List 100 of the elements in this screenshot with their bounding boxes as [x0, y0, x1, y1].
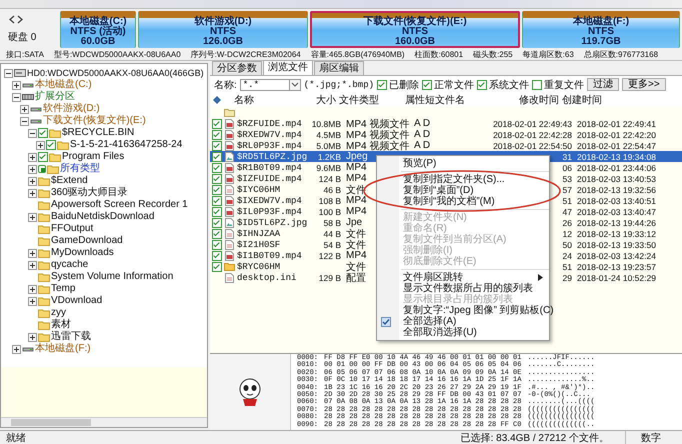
filter-checkbox[interactable]: 已删除 — [377, 78, 419, 92]
file-name[interactable]: $RL0P93F.mp4 — [237, 140, 302, 150]
checkbox[interactable] — [38, 165, 46, 173]
filter-button[interactable]: 更多>> — [622, 78, 666, 91]
file-name[interactable]: $IZFUIDE.mp4 — [237, 174, 302, 184]
checkbox[interactable] — [38, 128, 48, 138]
tree-item[interactable]: 本地磁盘(F:) — [35, 343, 91, 355]
arrows-icon[interactable] — [8, 15, 24, 24]
tree-item[interactable]: 360驱动大师目录 — [51, 187, 128, 199]
checkbox[interactable] — [212, 174, 222, 184]
dropdown-button[interactable] — [290, 78, 301, 90]
checkbox[interactable] — [212, 262, 222, 272]
tree-item[interactable]: 素材 — [51, 319, 71, 331]
expand-toggle[interactable] — [28, 284, 37, 294]
column-header[interactable]: 大小 — [306, 93, 339, 107]
expand-toggle[interactable] — [28, 212, 37, 222]
expand-toggle[interactable] — [36, 140, 45, 150]
scrollbar[interactable] — [1, 417, 207, 427]
tree-item[interactable]: MyDownloads — [51, 247, 114, 259]
tab[interactable]: 扇区编辑 — [314, 61, 364, 75]
menu-item[interactable]: 复制到“桌面”(D) — [377, 185, 549, 196]
menu-item[interactable]: 复制到“我的文档”(M) — [377, 196, 549, 207]
tree-item[interactable]: HD0:WDCWD5000AAKX-08U6AA0(466GB) — [27, 67, 204, 79]
file-name[interactable]: $RD5TL6PZ.jpg — [237, 152, 308, 162]
checkbox[interactable] — [212, 152, 222, 162]
expand-toggle[interactable] — [28, 188, 37, 198]
expand-toggle[interactable] — [28, 260, 37, 270]
file-name[interactable]: $RZFUIDE.mp4 — [237, 118, 302, 128]
tree-item[interactable]: zyy — [51, 307, 66, 319]
tree-item[interactable]: S-1-5-21-4163647258-24 — [70, 139, 182, 151]
file-name[interactable]: $I21H0SF — [237, 240, 280, 250]
checkbox[interactable] — [212, 218, 222, 228]
column-header[interactable]: 修改时间 — [465, 93, 562, 107]
tree-item[interactable]: FFOutput — [51, 223, 94, 235]
expand-toggle[interactable] — [20, 104, 29, 114]
tree-item[interactable]: VDownload — [51, 295, 102, 307]
file-name[interactable]: $R1B0T09.mp4 — [237, 162, 302, 172]
tree-item[interactable]: GameDownload — [51, 235, 123, 247]
checkbox[interactable] — [212, 206, 222, 216]
tree-item[interactable]: 下载文件(恢复文件)(E:) — [43, 115, 146, 127]
menu-item[interactable]: 全部取消选择(U) — [377, 327, 549, 338]
partition-block[interactable]: 下载文件(恢复文件)(E:) NTFS 160.0GB — [310, 11, 520, 48]
filter-checkbox[interactable]: 重复文件 — [532, 78, 584, 92]
expand-toggle[interactable] — [28, 164, 37, 174]
menu-item[interactable]: 显示文件数据所占用的簇列表 — [377, 283, 549, 294]
name-filter-field[interactable]: *.* — [240, 78, 290, 90]
expand-toggle[interactable] — [12, 80, 21, 90]
expand-toggle[interactable] — [28, 332, 37, 342]
expand-toggle[interactable] — [28, 152, 37, 162]
tree-item[interactable]: Temp — [51, 283, 76, 295]
checkbox[interactable] — [212, 250, 222, 260]
file-name[interactable]: $IYC06HM — [237, 184, 280, 194]
column-header[interactable]: 短文件名 — [425, 93, 465, 107]
tree-item[interactable]: BaiduNetdiskDownload — [51, 211, 154, 223]
checkbox[interactable] — [212, 196, 222, 206]
tab[interactable]: 分区参数 — [212, 61, 262, 75]
checkbox[interactable] — [212, 118, 222, 128]
file-name[interactable]: $RYC06HM — [237, 262, 280, 272]
menu-item[interactable]: 复制到指定文件夹(S)... — [377, 174, 549, 185]
checkbox[interactable] — [212, 162, 222, 172]
menu-item[interactable]: 文件扇区跳转 — [377, 272, 549, 283]
tree-item[interactable]: $Extend — [51, 175, 88, 187]
expand-toggle[interactable] — [28, 128, 37, 138]
filter-checkbox[interactable]: 系统文件 — [477, 78, 529, 92]
file-name[interactable]: $RXEDW7V.mp4 — [237, 130, 302, 140]
column-settings-icon[interactable] — [213, 96, 221, 104]
tree-item[interactable]: System Volume Information — [51, 271, 174, 283]
file-name[interactable]: $ID5TL6PZ.jpg — [237, 218, 308, 228]
checkbox[interactable] — [38, 152, 48, 162]
checkbox[interactable] — [212, 228, 222, 238]
tree-item[interactable]: $RECYCLE.BIN — [62, 127, 134, 139]
tree-item[interactable]: 迅雷下载 — [51, 331, 91, 343]
filter-button[interactable]: 过滤 — [587, 78, 619, 91]
filter-checkbox[interactable]: 正常文件 — [422, 78, 474, 92]
checkbox[interactable] — [212, 130, 222, 140]
column-header[interactable]: 属性 — [405, 93, 425, 107]
menu-item[interactable]: 预览(P) — [377, 158, 549, 169]
partition-block[interactable]: 软件游戏(D:) NTFS 126.0GB — [138, 11, 308, 48]
file-name[interactable]: $IL0P93F.mp4 — [237, 206, 302, 216]
tree-item[interactable]: 扩展分区 — [35, 91, 75, 103]
tree-item[interactable]: 所有类型 — [60, 163, 100, 175]
tree-item[interactable]: 软件游戏(D:) — [43, 103, 100, 115]
checkbox[interactable] — [212, 240, 222, 250]
file-name[interactable]: $I1B0T09.mp4 — [237, 250, 302, 260]
expand-toggle[interactable] — [28, 248, 37, 258]
expand-toggle[interactable] — [28, 176, 37, 186]
expand-toggle[interactable] — [28, 296, 37, 306]
column-header[interactable]: 创建时间 — [562, 93, 656, 107]
checkbox[interactable] — [212, 184, 222, 194]
partition-block[interactable]: 本地磁盘(C:) NTFS (活动) 60.0GB — [60, 11, 136, 48]
column-header[interactable]: 名称 — [234, 93, 306, 107]
checkbox[interactable] — [212, 140, 222, 150]
expand-toggle[interactable] — [12, 92, 21, 102]
tree-item[interactable]: 本地磁盘(C:) — [35, 79, 92, 91]
menu-item[interactable]: 全部选择(A) — [377, 316, 549, 327]
expand-toggle[interactable] — [4, 68, 13, 78]
file-name[interactable]: desktop.ini — [237, 272, 296, 282]
file-name[interactable]: $IHNJZAA — [237, 228, 280, 238]
tree-item[interactable]: qycache — [51, 259, 88, 271]
column-header[interactable]: 文件类型 — [339, 93, 405, 107]
